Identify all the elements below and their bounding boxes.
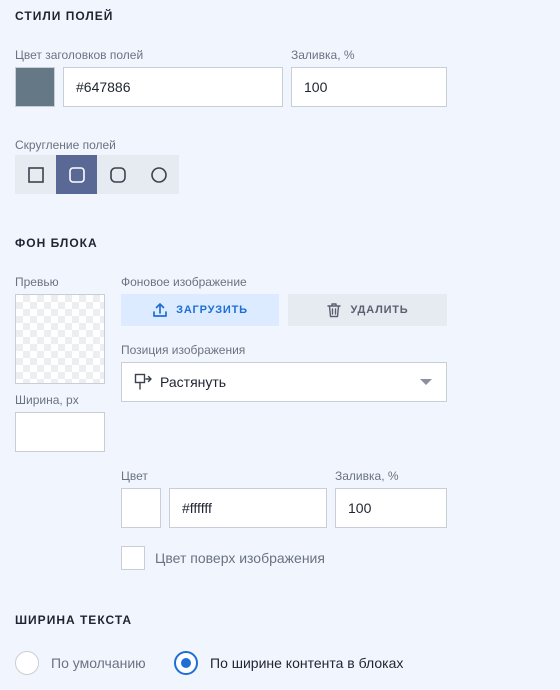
position-value: Растянуть bbox=[160, 374, 227, 390]
circle-corner-icon bbox=[150, 166, 167, 183]
bg-color-swatch[interactable] bbox=[121, 488, 161, 528]
upload-icon bbox=[153, 303, 167, 317]
bg-color-input[interactable]: #ffffff bbox=[169, 488, 327, 528]
text-width-content-option[interactable]: По ширине контента в блоках bbox=[174, 651, 403, 675]
rounding-option-square[interactable] bbox=[15, 155, 56, 194]
bg-width-input[interactable] bbox=[15, 412, 105, 452]
rounded-corner-icon bbox=[109, 166, 126, 183]
text-width-default-option[interactable]: По умолчанию bbox=[15, 651, 146, 675]
header-color-input[interactable]: #647886 bbox=[63, 67, 283, 107]
small-rounded-corner-icon bbox=[68, 166, 85, 183]
square-corner-icon bbox=[27, 166, 44, 183]
field-styles-title: СТИЛИ ПОЛЕЙ bbox=[15, 9, 114, 23]
position-label: Позиция изображения bbox=[121, 343, 246, 357]
rounding-selector bbox=[15, 155, 179, 194]
bg-width-label: Ширина, px bbox=[15, 393, 79, 407]
bg-fill-value: 100 bbox=[348, 500, 372, 516]
overlay-checkbox[interactable] bbox=[121, 546, 145, 570]
field-fill-label: Заливка, % bbox=[291, 48, 355, 62]
bg-image-label: Фоновое изображение bbox=[121, 275, 247, 289]
delete-button[interactable]: УДАЛИТЬ bbox=[288, 294, 447, 326]
header-color-swatch[interactable] bbox=[15, 67, 55, 107]
radio-selected-dot bbox=[181, 658, 191, 668]
bg-fill-label: Заливка, % bbox=[335, 469, 399, 483]
bg-color-value: #ffffff bbox=[182, 500, 212, 516]
field-fill-input[interactable]: 100 bbox=[291, 67, 447, 107]
overlay-label: Цвет поверх изображения bbox=[155, 550, 325, 566]
background-preview bbox=[15, 294, 105, 384]
header-color-value: #647886 bbox=[76, 79, 131, 95]
text-width-title: ШИРИНА ТЕКСТА bbox=[15, 613, 133, 627]
rounding-option-rounded[interactable] bbox=[97, 155, 138, 194]
rounding-label: Скругление полей bbox=[15, 138, 116, 152]
rounding-option-small[interactable] bbox=[56, 155, 97, 194]
radio-content-width[interactable] bbox=[174, 651, 198, 675]
position-select[interactable]: Растянуть bbox=[121, 362, 447, 402]
text-width-default-label: По умолчанию bbox=[51, 655, 146, 671]
field-fill-value: 100 bbox=[304, 79, 328, 95]
trash-icon bbox=[327, 303, 342, 318]
delete-label: УДАЛИТЬ bbox=[350, 304, 409, 316]
rounding-option-circle[interactable] bbox=[138, 155, 179, 194]
radio-default[interactable] bbox=[15, 651, 39, 675]
stretch-image-icon bbox=[134, 373, 152, 390]
upload-label: ЗАГРУЗИТЬ bbox=[176, 304, 248, 316]
header-color-label: Цвет заголовков полей bbox=[15, 48, 144, 62]
chevron-down-icon bbox=[420, 379, 432, 385]
upload-button[interactable]: ЗАГРУЗИТЬ bbox=[121, 294, 279, 326]
preview-label: Превью bbox=[15, 275, 59, 289]
bg-color-label: Цвет bbox=[121, 469, 148, 483]
block-background-title: ФОН БЛОКА bbox=[15, 236, 98, 250]
bg-fill-input[interactable]: 100 bbox=[335, 488, 447, 528]
text-width-content-label: По ширине контента в блоках bbox=[210, 655, 404, 671]
